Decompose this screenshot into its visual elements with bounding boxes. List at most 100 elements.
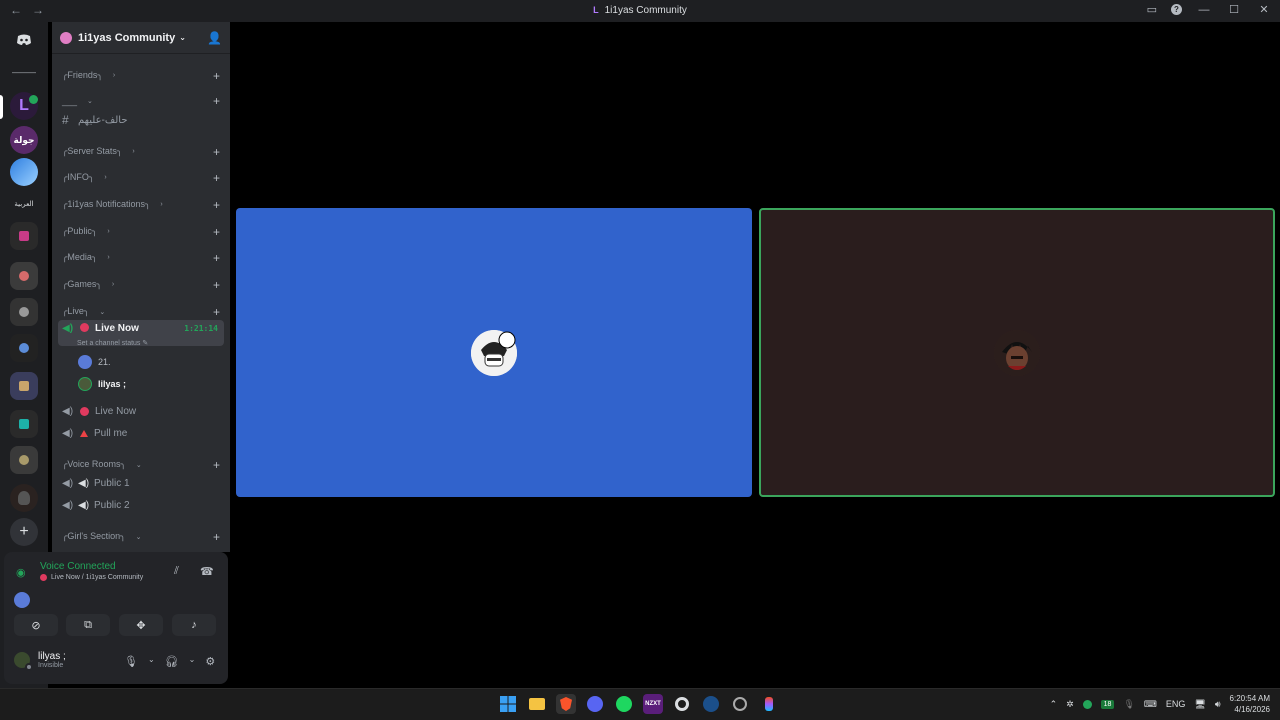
- discord-home-icon[interactable]: [10, 26, 38, 54]
- avatar: [78, 355, 92, 369]
- nzxt-cam-icon[interactable]: NZXT: [643, 694, 663, 714]
- volume-icon[interactable]: 🔊︎: [1215, 699, 1221, 710]
- server-divider-label[interactable]: ———: [10, 62, 38, 82]
- speaker-icon: ◀): [62, 405, 74, 417]
- category-notifications[interactable]: ╭1i1yas Notifications╮ › +: [62, 198, 224, 212]
- spotify-icon[interactable]: [614, 694, 634, 714]
- close-button[interactable]: ✕: [1256, 3, 1272, 16]
- server-folder-2[interactable]: [10, 262, 38, 290]
- maximize-button[interactable]: ☐: [1226, 3, 1242, 16]
- steelseries-gg-icon[interactable]: [672, 694, 692, 714]
- add-channel-icon[interactable]: +: [213, 145, 220, 159]
- chevron-down-icon[interactable]: ⌄: [148, 655, 155, 668]
- voice-member-lilyas[interactable]: lilyas ;: [78, 377, 126, 391]
- participant-tile-1[interactable]: [236, 208, 752, 497]
- microphone-icon[interactable]: 🎙︎: [124, 655, 138, 668]
- server-icon-3[interactable]: [10, 158, 38, 186]
- settings-gear-icon[interactable]: ⚙: [205, 655, 215, 668]
- channel-sidebar: 1i1yas Community ⌄ 👤 ╭Friends╮ › + ___ ⌄ + #…: [52, 22, 230, 552]
- add-channel-icon[interactable]: +: [213, 94, 220, 108]
- voice-participant-avatar[interactable]: [14, 592, 30, 608]
- brave-browser-icon[interactable]: [556, 694, 576, 714]
- user-controls: 🎙︎ ⌄ 🎧︎ ⌄ ⚙: [124, 655, 215, 668]
- file-explorer-icon[interactable]: [527, 694, 547, 714]
- participant-avatar: [471, 329, 517, 376]
- server-folder-7[interactable]: [10, 446, 38, 474]
- minimize-button[interactable]: —: [1196, 4, 1212, 16]
- help-icon[interactable]: ?: [1171, 4, 1182, 15]
- add-person-icon[interactable]: 👤: [207, 31, 222, 45]
- chevron-down-icon[interactable]: ⌄: [189, 655, 196, 668]
- add-channel-icon[interactable]: +: [213, 225, 220, 239]
- voice-channel-pull-me[interactable]: ◀) Pull me: [58, 423, 224, 443]
- text-channel-arabic[interactable]: # حالف-عليهم: [58, 110, 224, 130]
- voice-channel-public-1[interactable]: ◀) ◀) Public 1: [58, 473, 224, 493]
- camera-off-button[interactable]: ⊘: [14, 614, 58, 636]
- activities-button[interactable]: ✥: [119, 614, 163, 636]
- speaker-icon: ◀): [62, 477, 74, 489]
- server-header[interactable]: 1i1yas Community ⌄ 👤: [52, 22, 230, 54]
- add-channel-icon[interactable]: +: [213, 251, 220, 265]
- signal-icon[interactable]: ◉: [16, 566, 26, 579]
- category-info[interactable]: ╭INFO╮ › +: [62, 171, 224, 185]
- clock[interactable]: 6:20:54 AM 4/16/2026: [1230, 693, 1270, 715]
- user-area[interactable]: lilyas ; Invisible: [12, 650, 66, 671]
- status-dot-icon[interactable]: [1082, 699, 1092, 709]
- voice-connected-channel[interactable]: Live Now / 1i1yas Community: [40, 574, 143, 581]
- tray-badge[interactable]: 18: [1100, 699, 1115, 709]
- live-dot-icon: [80, 323, 89, 332]
- add-server-icon[interactable]: +: [10, 518, 38, 546]
- voice-member-21[interactable]: 21.: [78, 355, 111, 369]
- category-public[interactable]: ╭Public╮ › +: [62, 225, 224, 239]
- channel-status-button[interactable]: Set a channel status ✎: [77, 339, 148, 347]
- add-channel-icon[interactable]: +: [213, 458, 220, 472]
- voice-channel-live-now[interactable]: ◀) Live Now: [58, 401, 224, 421]
- chevron-up-icon[interactable]: ⌃: [1050, 699, 1058, 710]
- category-live[interactable]: ╭Live╮ ⌄ +: [62, 305, 224, 319]
- headphones-icon[interactable]: 🎧︎: [165, 655, 179, 668]
- category-underscore[interactable]: ___ ⌄ +: [62, 94, 224, 108]
- server-folder-5[interactable]: [10, 372, 38, 400]
- slack-icon[interactable]: ✲: [1066, 699, 1074, 710]
- screen-share-icon: ⧉: [84, 618, 92, 631]
- category-games[interactable]: ╭Games╮ › +: [62, 278, 224, 292]
- add-channel-icon[interactable]: +: [213, 278, 220, 292]
- server-folder-4[interactable]: [10, 334, 38, 362]
- inbox-icon[interactable]: ▭: [1147, 3, 1157, 16]
- server-icon-4[interactable]: العربية: [10, 190, 38, 218]
- participant-tile-2-speaking[interactable]: [759, 208, 1275, 497]
- add-channel-icon[interactable]: +: [213, 198, 220, 212]
- speaker-emoji-icon: ◀): [78, 499, 90, 511]
- noise-suppression-icon[interactable]: ⫽: [174, 565, 179, 578]
- figma-icon[interactable]: [759, 694, 779, 714]
- server-icon-5[interactable]: [10, 484, 38, 512]
- server-folder-6[interactable]: [10, 410, 38, 438]
- category-friends[interactable]: ╭Friends╮ › +: [62, 69, 224, 83]
- screen-share-button[interactable]: ⧉: [66, 614, 110, 636]
- server-icon-2[interactable]: جولة: [10, 126, 38, 154]
- category-voice-rooms[interactable]: ╭Voice Rooms╮ ⌄ +: [62, 458, 224, 472]
- server-folder-3[interactable]: [10, 298, 38, 326]
- network-icon[interactable]: 🖥︎: [1194, 699, 1205, 710]
- server-folder-1[interactable]: [10, 222, 38, 250]
- add-channel-icon[interactable]: +: [213, 530, 220, 544]
- discord-taskbar-icon[interactable]: [585, 694, 605, 714]
- add-channel-icon[interactable]: +: [213, 69, 220, 83]
- category-girls-section[interactable]: ╭Girl's Section╮ ⌄ +: [62, 530, 224, 544]
- windows-start-icon[interactable]: [498, 694, 518, 714]
- soundboard-button[interactable]: ♪: [172, 614, 216, 636]
- taskbar-apps: NZXT: [498, 694, 779, 714]
- category-media[interactable]: ╭Media╮ › +: [62, 251, 224, 265]
- microphone-icon[interactable]: 🎙︎: [1123, 699, 1134, 710]
- category-server-stats[interactable]: ╭Server Stats╮ › +: [62, 145, 224, 159]
- disconnect-icon[interactable]: ☎: [200, 565, 214, 578]
- obs-icon[interactable]: [730, 694, 750, 714]
- voice-channel-public-2[interactable]: ◀) ◀) Public 2: [58, 495, 224, 515]
- keyboard-icon[interactable]: ⌨: [1144, 699, 1157, 710]
- add-channel-icon[interactable]: +: [213, 305, 220, 319]
- live-dot-icon: [40, 574, 47, 581]
- language-indicator[interactable]: ENG: [1166, 699, 1186, 709]
- steam-icon[interactable]: [701, 694, 721, 714]
- add-channel-icon[interactable]: +: [213, 171, 220, 185]
- voice-connected-label[interactable]: Voice Connected: [40, 561, 116, 572]
